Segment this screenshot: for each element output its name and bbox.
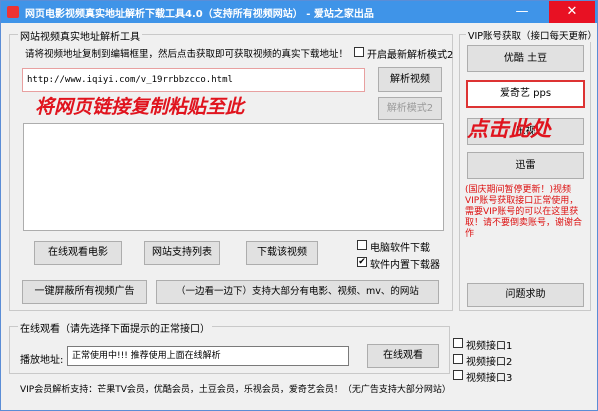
iface1-label: 视频接口1 xyxy=(466,341,513,352)
minimize-button[interactable]: — xyxy=(507,1,537,23)
title-bar[interactable]: 网页电影视频真实地址解析下载工具4.0（支持所有视频网站） - 爱站之家出品 —… xyxy=(1,1,597,23)
block-ads-button[interactable]: 一键屏蔽所有视频广告 xyxy=(22,280,147,304)
instruction-text: 请将视频地址复制到编辑框里，然后点击获取即可获取视频的真实下载地址！ xyxy=(25,49,349,60)
parse-video-button[interactable]: 解析视频 xyxy=(378,67,442,92)
pc-download-label: 电脑软件下载 xyxy=(370,243,430,254)
app-icon xyxy=(7,6,19,18)
vip-notice-text: (国庆期间暂停更新！)视频VIP账号获取接口正常使用，需要VIP账号的可以在这里… xyxy=(465,185,583,239)
watch-group-legend: 在线观看（请先选择下面提示的正常接口） xyxy=(18,320,212,335)
play-address-label: 播放地址: xyxy=(20,355,64,366)
footer-support-text: VIP会员解析支持：芒果TV会员，优酷会员，土豆会员，乐视会员，爱奇艺会员！（无… xyxy=(20,385,451,395)
iface3-checkbox[interactable] xyxy=(453,370,463,380)
parse-mode2-button[interactable]: 解析模式2 xyxy=(378,97,442,120)
watch-online-button[interactable]: 在线观看 xyxy=(367,344,439,368)
help-button[interactable]: 问题求助 xyxy=(467,283,584,307)
iface2-checkbox[interactable] xyxy=(453,354,463,364)
pc-download-checkbox[interactable] xyxy=(357,240,367,250)
builtin-downloader-label: 软件内置下载器 xyxy=(370,260,440,271)
iqiyi-pps-button[interactable]: 爱奇艺 pps xyxy=(466,80,585,108)
close-button[interactable]: ✕ xyxy=(549,1,595,23)
download-video-button[interactable]: 下载该视频 xyxy=(246,241,318,265)
parse-group-legend: 网站视频真实地址解析工具 xyxy=(18,28,142,43)
url-input[interactable]: http://www.iqiyi.com/v_19rrbbzcco.html xyxy=(22,68,365,92)
xunlei-button[interactable]: 迅雷 xyxy=(467,152,584,179)
result-textarea[interactable] xyxy=(23,123,444,231)
iface1-checkbox[interactable] xyxy=(453,338,463,348)
new-mode-checkbox[interactable] xyxy=(354,47,364,57)
iface2-label: 视频接口2 xyxy=(466,357,513,368)
new-mode-label: 开启最新解析模式2 xyxy=(367,50,454,61)
paste-hint-annotation: 将网页链接复制粘贴至此 xyxy=(35,96,245,118)
site-support-list-button[interactable]: 网站支持列表 xyxy=(144,241,220,265)
window-title: 网页电影视频真实地址解析下载工具4.0（支持所有视频网站） - 爱站之家出品 xyxy=(25,9,374,20)
click-hint-annotation: 点击此处 xyxy=(467,116,551,141)
play-address-input[interactable]: 正常使用中!!! 推荐使用上面在线解析 xyxy=(67,346,349,366)
app-window: 网页电影视频真实地址解析下载工具4.0（支持所有视频网站） - 爱站之家出品 —… xyxy=(0,0,598,411)
builtin-downloader-checkbox[interactable]: ✔ xyxy=(357,257,367,267)
vip-group-legend: VIP账号获取（接口每天更新） xyxy=(466,28,597,42)
watch-online-movie-button[interactable]: 在线观看电影 xyxy=(34,241,122,265)
youku-tudou-button[interactable]: 优酷 土豆 xyxy=(467,45,584,72)
iface3-label: 视频接口3 xyxy=(466,373,513,384)
watch-and-download-button[interactable]: （一边看一边下）支持大部分有电影、视频、mv、的网站 xyxy=(156,280,439,304)
